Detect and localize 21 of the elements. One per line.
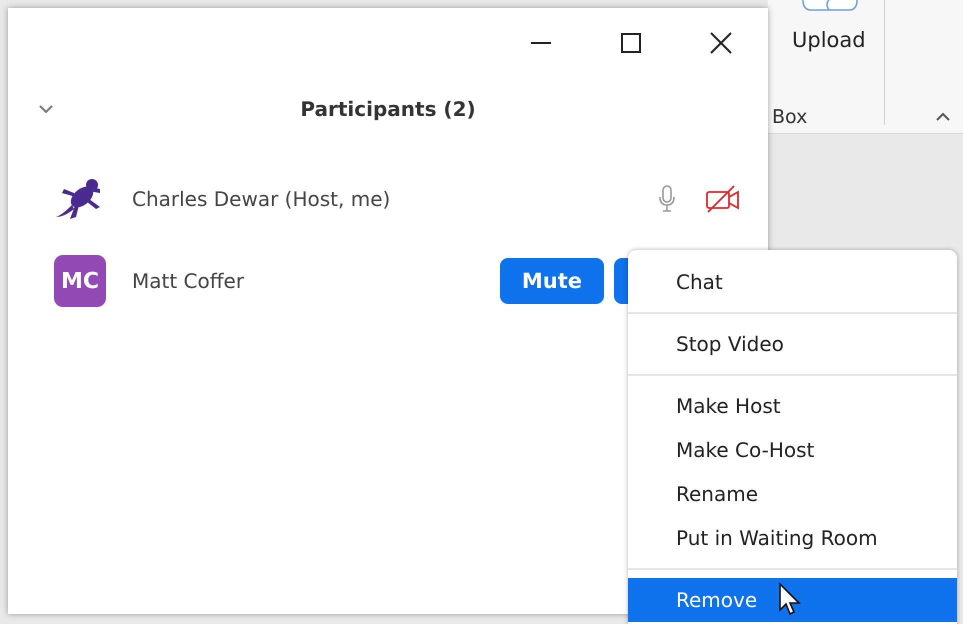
maximize-icon[interactable] [620,32,642,54]
participant-name: Matt Coffer [132,269,244,293]
menu-item[interactable]: Make Host [628,384,957,428]
chevron-down-icon[interactable] [38,104,54,114]
video-camera-icon[interactable] [706,185,740,213]
menu-item[interactable]: Chat [628,260,957,304]
menu-item[interactable]: Remove [628,578,957,622]
cursor-icon [778,582,804,616]
avatar: MC [54,255,106,307]
menu-item[interactable]: Put in Waiting Room [628,516,957,560]
close-icon[interactable] [710,32,732,54]
menu-item[interactable]: Stop Video [628,322,957,366]
ribbon-group-label: Box [772,106,808,128]
menu-item[interactable]: Make Co-Host [628,428,957,472]
panel-title: Participants (2) [300,97,476,121]
mute-button[interactable]: Mute [500,258,604,304]
participant-name: Charles Dewar (Host, me) [132,187,390,211]
caret-up-icon[interactable] [935,112,951,122]
microphone-icon[interactable] [658,185,676,213]
menu-item[interactable]: Rename [628,472,957,516]
upload-button[interactable]: Upload [792,28,866,52]
